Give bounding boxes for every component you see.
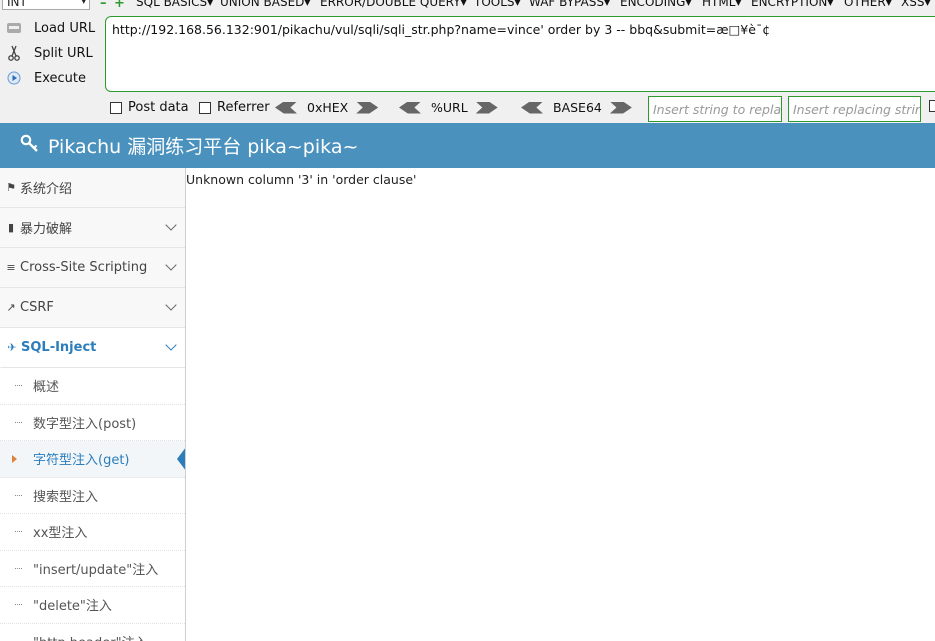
menu-encoding[interactable]: ENCODING▾: [620, 0, 691, 9]
chevron-down-icon: [165, 259, 177, 271]
sub-item-string-get[interactable]: 字符型注入(get): [0, 441, 185, 478]
sub-item-search[interactable]: 搜索型注入: [0, 477, 185, 514]
post-data-checkbox[interactable]: Post data: [110, 100, 189, 115]
menu-other[interactable]: OTHER▾: [844, 0, 892, 9]
sub-item-label: 概述: [33, 380, 60, 396]
sub-item-numeric-post[interactable]: 数字型注入(post): [0, 404, 185, 441]
replace-search-input[interactable]: Insert string to replace: [648, 96, 782, 122]
chevron-down-icon: [165, 339, 177, 351]
base64-encoder: BASE64: [521, 100, 632, 115]
sub-item-label: 数字型注入(post): [33, 416, 137, 432]
main-content: Unknown column '3' in 'order clause': [186, 168, 935, 641]
nav-item-label: CSRF: [20, 300, 54, 315]
site-title[interactable]: Pikachu 漏洞练习平台 pika~pika~: [48, 132, 358, 159]
chevron-down-icon: [165, 219, 177, 231]
hackbar-panel: Load URL Split URL Execute http://192.16…: [0, 11, 935, 123]
caret-right-icon: [12, 455, 17, 463]
nav-item-label: 系统介绍: [20, 182, 73, 197]
minus-icon[interactable]: –: [100, 0, 107, 11]
url-value: http://192.168.56.132:901/pikachu/vul/sq…: [112, 22, 771, 37]
load-url-label: Load URL: [34, 20, 96, 36]
chevron-down-icon: [165, 299, 177, 311]
url-decode-arrow-icon[interactable]: [399, 101, 421, 114]
referrer-checkbox[interactable]: Referrer: [199, 100, 270, 115]
nav-item-sql-inject[interactable]: ✈ SQL-Inject: [0, 328, 185, 368]
nav-item-label: Cross-Site Scripting: [20, 260, 148, 275]
menu-xss[interactable]: XSS▾: [901, 0, 930, 9]
nav-item-label: 暴力破解: [20, 222, 73, 237]
menu-waf-bypass[interactable]: WAF BYPASS▾: [529, 0, 610, 9]
hex-encoder: 0xHEX: [275, 100, 379, 115]
sub-item-xx[interactable]: xx型注入: [0, 514, 185, 551]
hex-decode-arrow-icon[interactable]: [275, 101, 297, 114]
menu-html[interactable]: HTML▾: [702, 0, 741, 9]
nav-item-intro[interactable]: ⚑ 系统介绍: [0, 168, 185, 208]
menu-sql-basics[interactable]: SQL BASICS▾: [136, 0, 213, 9]
sub-item-label: "http header"注入: [33, 632, 148, 641]
sub-item-label: "insert/update"注入: [33, 562, 159, 578]
nav-item-xss[interactable]: ≡ Cross-Site Scripting: [0, 248, 185, 288]
sidebar: ⚑ 系统介绍 ▮ 暴力破解 ≡ Cross-Site Scripting ↗ C…: [0, 168, 186, 641]
query-type-value: INT: [7, 0, 27, 9]
key-icon: [20, 134, 40, 157]
menu-union-based[interactable]: UNION BASED▾: [220, 0, 310, 9]
sub-item-label: "delete"注入: [33, 599, 112, 615]
replace-checkbox[interactable]: [929, 100, 935, 112]
plus-icon[interactable]: +: [114, 0, 125, 11]
sub-item-delete[interactable]: "delete"注入: [0, 587, 185, 624]
hex-label: 0xHEX: [307, 100, 349, 115]
base64-encode-arrow-icon[interactable]: [609, 101, 632, 114]
hex-encode-arrow-icon[interactable]: [356, 101, 379, 114]
lock-icon: ▮: [7, 221, 15, 234]
sub-item-insert-update[interactable]: "insert/update"注入: [0, 550, 185, 587]
split-url-button[interactable]: Split URL: [6, 43, 93, 63]
replace-search-placeholder: Insert string to replace: [653, 102, 782, 117]
chevron-down-icon: ▾: [81, 0, 86, 7]
sub-item-overview[interactable]: 概述: [0, 368, 185, 405]
split-url-label: Split URL: [34, 45, 93, 61]
execute-label: Execute: [34, 70, 86, 86]
sub-item-label: 字符型注入(get): [33, 453, 130, 469]
query-type-select[interactable]: INT ▾: [2, 0, 90, 10]
execute-button[interactable]: Execute: [6, 68, 86, 88]
referrer-label: Referrer: [217, 100, 270, 115]
sub-item-label: 搜索型注入: [33, 489, 99, 505]
hackbar-menubar: INT ▾ – + SQL BASICS▾ UNION BASED▾ ERROR…: [0, 0, 935, 11]
load-url-button[interactable]: Load URL: [6, 18, 95, 38]
base64-label: BASE64: [553, 100, 602, 115]
menu-encryption[interactable]: ENCRYPTION▾: [751, 0, 833, 9]
scissors-icon: [6, 45, 22, 61]
replace-with-placeholder: Insert replacing string: [793, 102, 921, 117]
url-encode-arrow-icon[interactable]: [475, 101, 498, 114]
url-encoder: %URL: [399, 100, 498, 115]
menu-error-double-query[interactable]: ERROR/DOUBLE QUERY▾: [320, 0, 467, 9]
sub-item-http-header[interactable]: "http header"注入: [0, 623, 185, 641]
load-url-icon: [6, 20, 22, 36]
plane-icon: ✈: [7, 341, 17, 354]
sub-item-label: xx型注入: [33, 526, 88, 542]
url-enc-label: %URL: [431, 100, 468, 115]
menu-tools[interactable]: TOOLS▾: [474, 0, 521, 9]
url-textarea[interactable]: http://192.168.56.132:901/pikachu/vul/sq…: [105, 16, 935, 92]
base64-decode-arrow-icon[interactable]: [521, 101, 543, 114]
nav-item-label: SQL-Inject: [21, 340, 97, 355]
share-icon: ↗: [6, 301, 16, 314]
sql-error-message: Unknown column '3' in 'order clause': [186, 172, 417, 187]
replace-with-input[interactable]: Insert replacing string: [788, 96, 921, 122]
post-data-box[interactable]: [110, 101, 122, 114]
referrer-box[interactable]: [199, 101, 211, 114]
active-indicator: [177, 447, 185, 471]
nav-item-brute-force[interactable]: ▮ 暴力破解: [0, 208, 185, 248]
post-data-label: Post data: [128, 100, 189, 115]
list-icon: ≡: [6, 261, 16, 274]
play-icon: [6, 70, 22, 86]
nav-item-csrf[interactable]: ↗ CSRF: [0, 288, 185, 328]
tags-icon: ⚑: [6, 181, 16, 194]
site-header: Pikachu 漏洞练习平台 pika~pika~: [0, 123, 935, 168]
